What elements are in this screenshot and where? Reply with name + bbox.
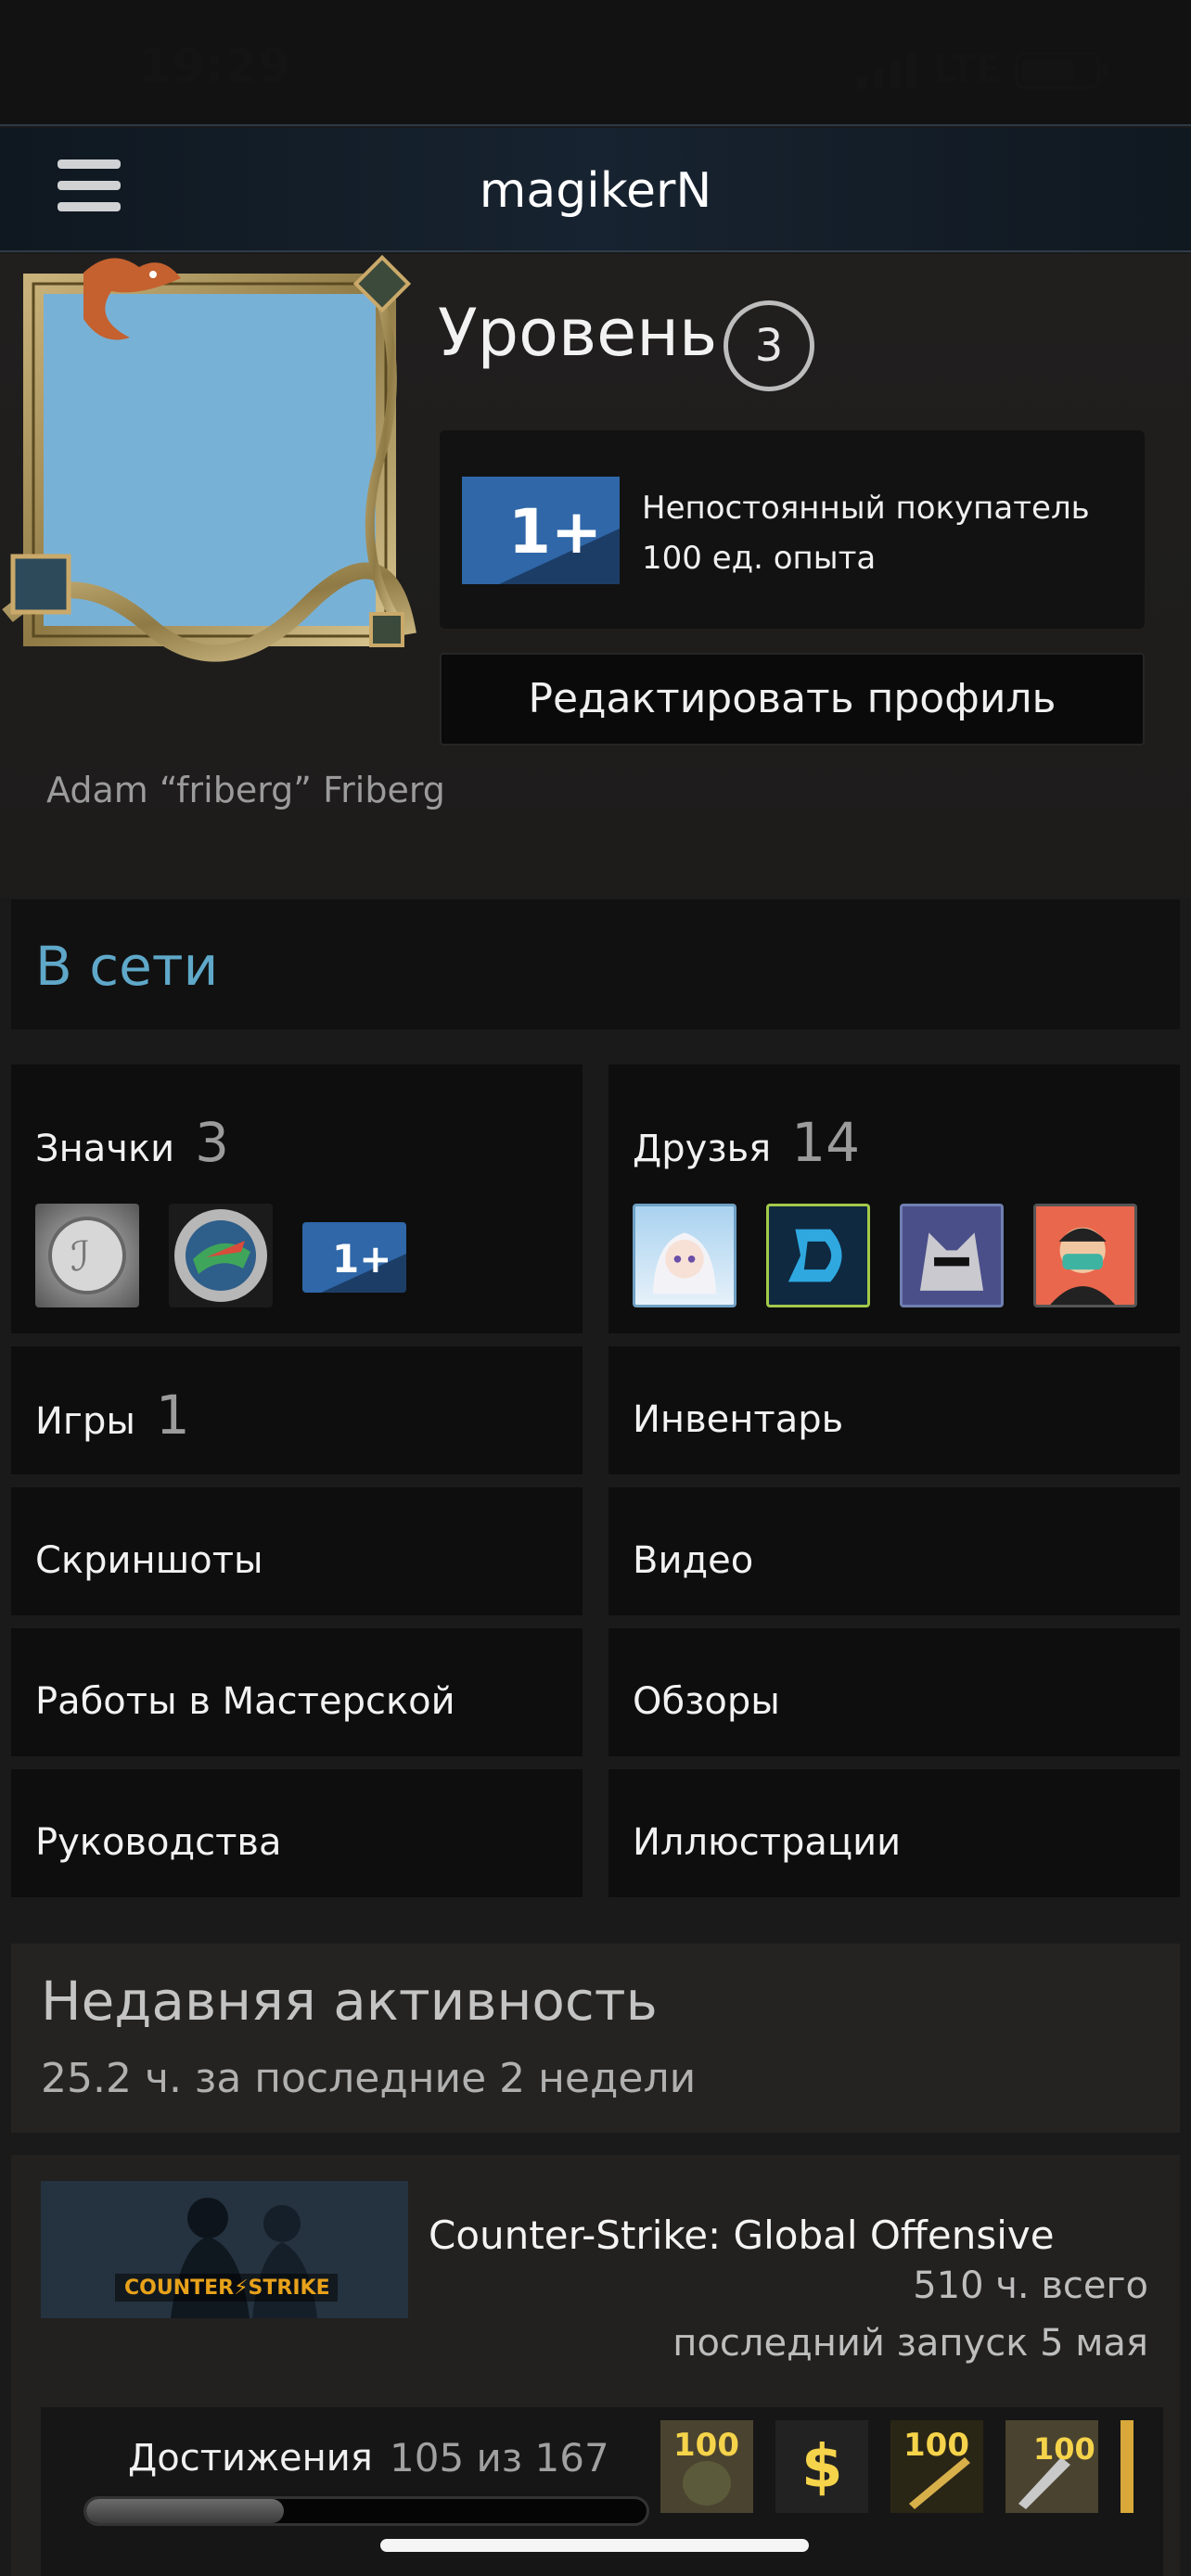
achievement-knife-icon[interactable]: 100	[1005, 2420, 1098, 2513]
tile-games-count: 1	[155, 1384, 190, 1447]
tile-inventory-label: Инвентарь	[633, 1398, 844, 1441]
game-hours-total: 510 ч. всего	[913, 2264, 1148, 2307]
tile-friends[interactable]: Друзья 14	[608, 1065, 1180, 1333]
achievements-label: Достижения	[128, 2437, 373, 2480]
one-plus-badge-small-icon[interactable]: 1+	[302, 1222, 406, 1293]
header-username: magikerN	[479, 163, 712, 219]
svg-text:$: $	[801, 2433, 843, 2502]
one-plus-badge-icon: 1+	[462, 477, 620, 584]
tile-badges[interactable]: Значки 3 ℐ 1+	[11, 1065, 583, 1333]
tile-artwork[interactable]: Иллюстрации	[608, 1769, 1180, 1897]
badge-name: Непостоянный покупатель	[642, 490, 1090, 527]
profile-section: Уровень 3 1+ Непостоянный покупатель 100…	[0, 254, 1191, 898]
tile-games[interactable]: Игры 1	[11, 1346, 583, 1474]
tile-reviews[interactable]: Обзоры	[608, 1628, 1180, 1756]
tile-badges-count: 3	[195, 1111, 230, 1174]
home-indicator[interactable]	[380, 2539, 809, 2552]
top-header: magikerN	[0, 128, 1191, 252]
online-status-bar: В сети	[11, 899, 1180, 1029]
tile-inventory[interactable]: Инвентарь	[608, 1346, 1180, 1474]
svg-text:100: 100	[673, 2427, 739, 2464]
friend-avatar-d-logo[interactable]	[766, 1204, 870, 1307]
friend-avatar-anime[interactable]	[633, 1204, 736, 1307]
svg-text:1+: 1+	[332, 1236, 391, 1282]
achievement-bullets-icon[interactable]: 100	[890, 2420, 983, 2513]
achievements-progress-fill	[86, 2499, 284, 2523]
tile-friends-label: Друзья	[633, 1128, 772, 1170]
recent-activity-summary: 25.2 ч. за последние 2 недели	[41, 2055, 697, 2102]
svg-text:100: 100	[1033, 2431, 1095, 2467]
network-type: LTE	[933, 48, 1002, 91]
achievement-money-icon[interactable]: $	[775, 2420, 868, 2513]
tile-friends-count: 14	[791, 1111, 861, 1174]
featured-badge[interactable]: 1+ Непостоянный покупатель 100 ед. опыта	[440, 430, 1145, 629]
svg-text:1+: 1+	[508, 496, 602, 567]
signal-icon	[857, 50, 916, 89]
tile-screenshots[interactable]: Скриншоты	[11, 1487, 583, 1615]
tile-screenshots-label: Скриншоты	[35, 1539, 263, 1582]
level-badge[interactable]: 3	[724, 300, 814, 391]
tile-games-label: Игры	[35, 1400, 135, 1443]
achievement-grenade-icon[interactable]: 100	[660, 2420, 753, 2513]
svg-text:ℐ: ℐ	[70, 1233, 90, 1281]
game-last-played: последний запуск 5 мая	[672, 2322, 1148, 2365]
level-label: Уровень	[438, 295, 718, 371]
achievements-count: 105 из 167	[390, 2435, 609, 2480]
tile-artwork-label: Иллюстрации	[633, 1821, 902, 1864]
recent-activity-title: Недавняя активность	[41, 1970, 658, 2033]
recent-game-card[interactable]: COUNTER⚡STRIKE Counter-Strike: Global Of…	[11, 2155, 1180, 2576]
game-title[interactable]: Counter-Strike: Global Offensive	[429, 2213, 1055, 2258]
tile-videos-label: Видео	[633, 1539, 754, 1582]
tile-guides-label: Руководства	[35, 1821, 282, 1864]
real-name: Adam “friberg” Friberg	[46, 770, 445, 810]
badge-xp: 100 ед. опыта	[642, 540, 877, 577]
battery-icon	[1015, 52, 1108, 89]
tile-videos[interactable]: Видео	[608, 1487, 1180, 1615]
svg-text:COUNTER⚡STRIKE: COUNTER⚡STRIKE	[124, 2276, 330, 2300]
recent-activity-header: Недавняя активность 25.2 ч. за последние…	[11, 1944, 1180, 2133]
friend-avatar-wolf[interactable]	[900, 1204, 1004, 1307]
globe-coin-badge-icon[interactable]	[169, 1204, 273, 1307]
online-status-text: В сети	[35, 935, 219, 998]
silver-coin-badge-icon[interactable]: ℐ	[35, 1204, 139, 1307]
tile-badges-label: Значки	[35, 1128, 175, 1170]
tile-workshop-label: Работы в Мастерской	[35, 1680, 455, 1723]
csgo-capsule-image[interactable]: COUNTER⚡STRIKE	[41, 2181, 408, 2318]
achievement-partial-icon[interactable]	[1121, 2420, 1133, 2513]
avatar-frame[interactable]	[0, 254, 427, 671]
achievements-progress-bar	[83, 2496, 649, 2526]
tile-guides[interactable]: Руководства	[11, 1769, 583, 1897]
status-bar: 19:29 LTE	[0, 0, 1191, 126]
tile-workshop[interactable]: Работы в Мастерской	[11, 1628, 583, 1756]
tile-reviews-label: Обзоры	[633, 1680, 780, 1723]
friend-avatar-masked[interactable]	[1033, 1204, 1137, 1307]
edit-profile-button[interactable]: Редактировать профиль	[440, 653, 1145, 746]
status-time: 19:29	[139, 39, 292, 93]
svg-text:100: 100	[903, 2427, 969, 2464]
